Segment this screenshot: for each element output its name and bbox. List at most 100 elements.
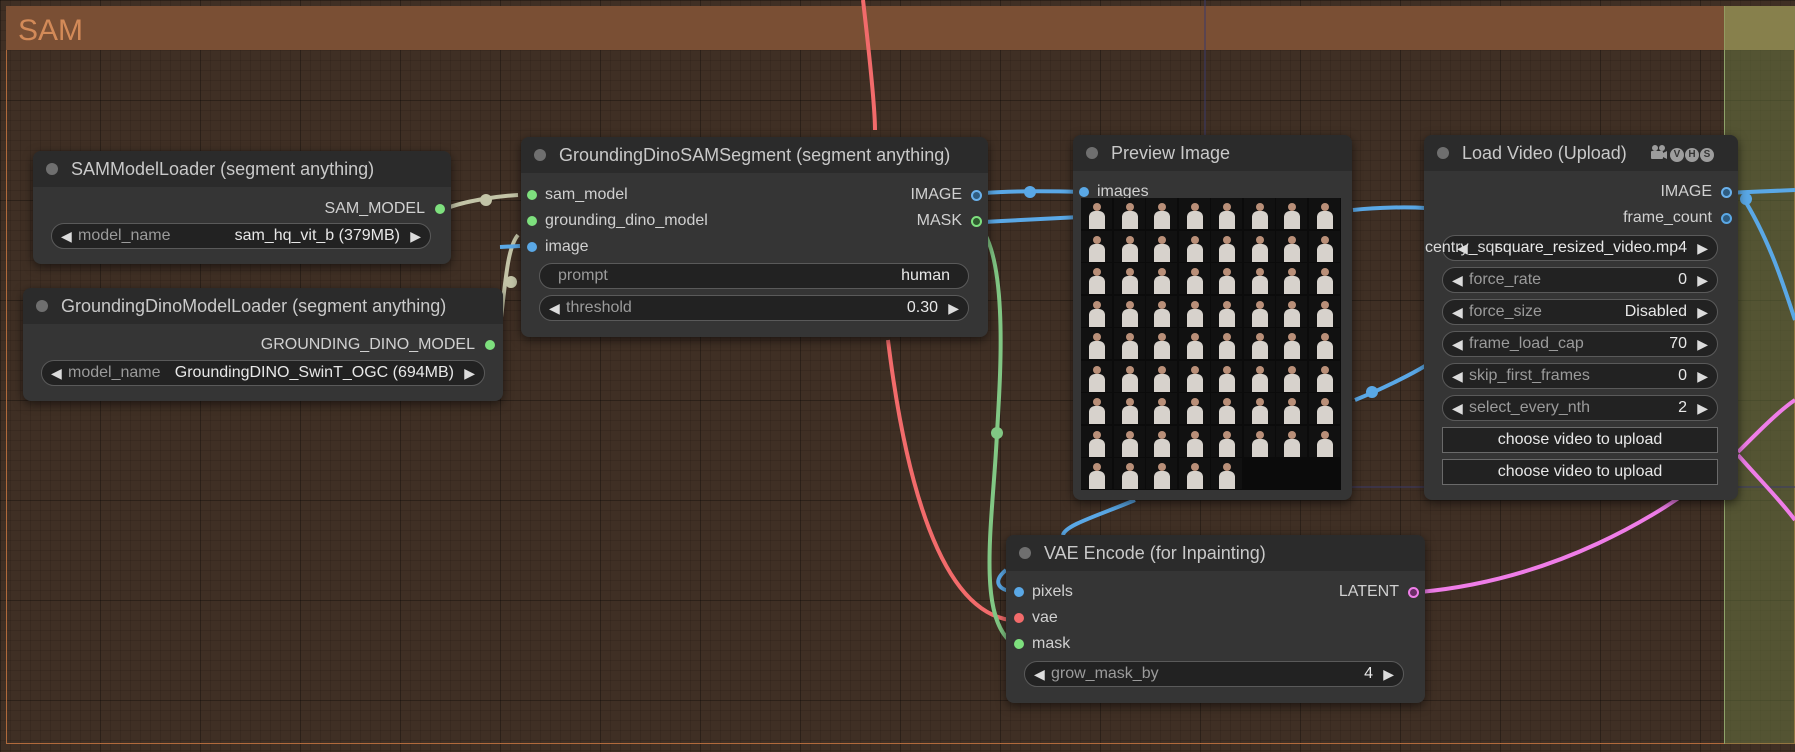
choose-video-button[interactable]: choose video to upload: [1442, 427, 1718, 453]
preview-thumbnail[interactable]: [1178, 295, 1210, 327]
node-title[interactable]: Preview Image: [1073, 135, 1352, 171]
input-dot-icon[interactable]: [527, 242, 537, 252]
node-title[interactable]: GroundingDinoModelLoader (segment anythi…: [23, 288, 503, 324]
arrow-left-icon[interactable]: ◀: [1452, 300, 1463, 324]
preview-thumbnail[interactable]: [1276, 230, 1307, 262]
collapse-dot-icon[interactable]: [1437, 147, 1449, 159]
preview-thumbnail[interactable]: [1146, 230, 1177, 262]
model-name-combo[interactable]: ◀ model_name GroundingDINO_SwinT_OGC (69…: [41, 360, 485, 386]
grounding-dino-loader-node[interactable]: GroundingDinoModelLoader (segment anythi…: [23, 288, 503, 401]
grounding-dino-sam-segment-node[interactable]: GroundingDinoSAMSegment (segment anythin…: [521, 137, 988, 337]
preview-thumbnail[interactable]: [1146, 295, 1177, 327]
preview-thumbnail[interactable]: [1081, 230, 1112, 262]
output-slot-grounding-dino-model[interactable]: GROUNDING_DINO_MODEL: [261, 335, 495, 355]
output-slot-latent[interactable]: LATENT: [1339, 582, 1419, 602]
preview-thumbnail[interactable]: [1081, 393, 1112, 424]
input-dot-icon[interactable]: [1079, 187, 1089, 197]
node-title[interactable]: GroundingDinoSAMSegment (segment anythin…: [521, 137, 988, 173]
arrow-right-icon[interactable]: ▶: [1697, 332, 1708, 356]
wire-reroute-dot[interactable]: [1740, 193, 1752, 205]
preview-thumbnail[interactable]: [1178, 230, 1210, 262]
preview-thumbnail[interactable]: [1113, 458, 1145, 489]
preview-thumbnail[interactable]: [1178, 425, 1210, 457]
input-dot-icon[interactable]: [527, 216, 537, 226]
preview-thumbnail[interactable]: [1081, 263, 1112, 294]
preview-thumbnail[interactable]: [1276, 198, 1307, 229]
arrow-right-icon[interactable]: ▶: [1697, 396, 1708, 420]
collapse-dot-icon[interactable]: [1086, 147, 1098, 159]
preview-thumbnail[interactable]: [1146, 198, 1177, 229]
latent-wire[interactable]: [1736, 398, 1795, 454]
choose-video-button[interactable]: choose video to upload: [1442, 459, 1718, 485]
force-rate-widget[interactable]: ◀ force_rate 0 ▶: [1442, 267, 1718, 293]
preview-thumbnail[interactable]: [1243, 198, 1275, 229]
skip-first-frames-widget[interactable]: ◀ skip_first_frames 0 ▶: [1442, 363, 1718, 389]
output-slot-sam-model[interactable]: SAM_MODEL: [325, 199, 445, 219]
preview-thumbnail[interactable]: [1211, 230, 1242, 262]
preview-thumbnail[interactable]: [1081, 425, 1112, 457]
pixels-wire[interactable]: [1061, 498, 1136, 536]
preview-thumbnail[interactable]: [1081, 198, 1112, 229]
frame-load-cap-widget[interactable]: ◀ frame_load_cap 70 ▶: [1442, 331, 1718, 357]
preview-thumbnail[interactable]: [1113, 295, 1145, 327]
output-dot-icon[interactable]: [971, 190, 982, 201]
arrow-left-icon[interactable]: ◀: [51, 361, 62, 385]
output-slot-frame-count[interactable]: frame_count: [1623, 208, 1732, 228]
output-slot-image[interactable]: IMAGE: [910, 185, 982, 205]
output-dot-icon[interactable]: [971, 216, 982, 227]
arrow-left-icon[interactable]: ◀: [1034, 662, 1045, 686]
preview-thumbnail[interactable]: [1178, 263, 1210, 294]
arrow-left-icon[interactable]: ◀: [1452, 332, 1463, 356]
arrow-right-icon[interactable]: ▶: [464, 361, 475, 385]
threshold-number-widget[interactable]: ◀ threshold 0.30 ▶: [539, 295, 969, 321]
preview-thumbnail[interactable]: [1113, 425, 1145, 457]
arrow-left-icon[interactable]: ◀: [1452, 268, 1463, 292]
preview-thumbnail[interactable]: [1276, 360, 1307, 392]
select-every-nth-widget[interactable]: ◀ select_every_nth 2 ▶: [1442, 395, 1718, 421]
input-slot-pixels[interactable]: pixels: [1014, 582, 1073, 602]
output-dot-icon[interactable]: [1408, 587, 1419, 598]
node-title[interactable]: VAE Encode (for Inpainting): [1006, 535, 1425, 571]
preview-thumbnail[interactable]: [1243, 425, 1275, 457]
preview-thumbnail[interactable]: [1113, 230, 1145, 262]
preview-thumbnail[interactable]: [1146, 425, 1177, 457]
collapse-dot-icon[interactable]: [534, 149, 546, 161]
preview-thumbnail[interactable]: [1276, 425, 1307, 457]
preview-image-node[interactable]: Preview Image images: [1073, 135, 1352, 500]
preview-thumbnail[interactable]: [1243, 393, 1275, 424]
collapse-dot-icon[interactable]: [1019, 547, 1031, 559]
preview-thumbnail[interactable]: [1113, 360, 1145, 392]
wire-reroute-dot[interactable]: [1366, 386, 1378, 398]
node-title[interactable]: SAMModelLoader (segment anything): [33, 151, 451, 187]
input-dot-icon[interactable]: [527, 190, 537, 200]
video-image-out-wire[interactable]: [1740, 194, 1795, 321]
preview-thumbnail[interactable]: [1243, 328, 1275, 359]
input-slot-grounding-dino-model[interactable]: grounding_dino_model: [527, 211, 708, 231]
arrow-right-icon[interactable]: ▶: [1383, 662, 1394, 686]
video-image-wire[interactable]: [1354, 364, 1427, 402]
output-dot-icon[interactable]: [1721, 187, 1732, 198]
preview-thumbnail[interactable]: [1146, 393, 1177, 424]
preview-thumbnail[interactable]: [1178, 458, 1210, 489]
preview-thumbnail[interactable]: [1113, 263, 1145, 294]
preview-thumbnail[interactable]: [1308, 393, 1340, 424]
preview-thumbnail[interactable]: [1276, 328, 1307, 359]
preview-thumbnail[interactable]: [1146, 263, 1177, 294]
preview-thumbnail[interactable]: [1243, 360, 1275, 392]
preview-thumbnail[interactable]: [1211, 263, 1242, 294]
mask-background-wire[interactable]: [983, 215, 1081, 224]
preview-thumbnail[interactable]: [1081, 360, 1112, 392]
wire-reroute-dot[interactable]: [1024, 186, 1036, 198]
preview-thumbnail[interactable]: [1178, 393, 1210, 424]
video-image-wire[interactable]: [1352, 205, 1426, 212]
preview-thumbnail[interactable]: [1243, 230, 1275, 262]
image-input-wire[interactable]: [499, 244, 521, 249]
preview-thumbnail[interactable]: [1081, 295, 1112, 327]
preview-thumbnail[interactable]: [1308, 328, 1340, 359]
wire-reroute-dot[interactable]: [480, 194, 492, 206]
preview-thumbnail[interactable]: [1211, 425, 1242, 457]
sam-model-loader-node[interactable]: SAMModelLoader (segment anything) SAM_MO…: [33, 151, 451, 264]
preview-thumbnail[interactable]: [1243, 263, 1275, 294]
arrow-right-icon[interactable]: ▶: [410, 224, 421, 248]
input-dot-icon[interactable]: [1014, 613, 1024, 623]
